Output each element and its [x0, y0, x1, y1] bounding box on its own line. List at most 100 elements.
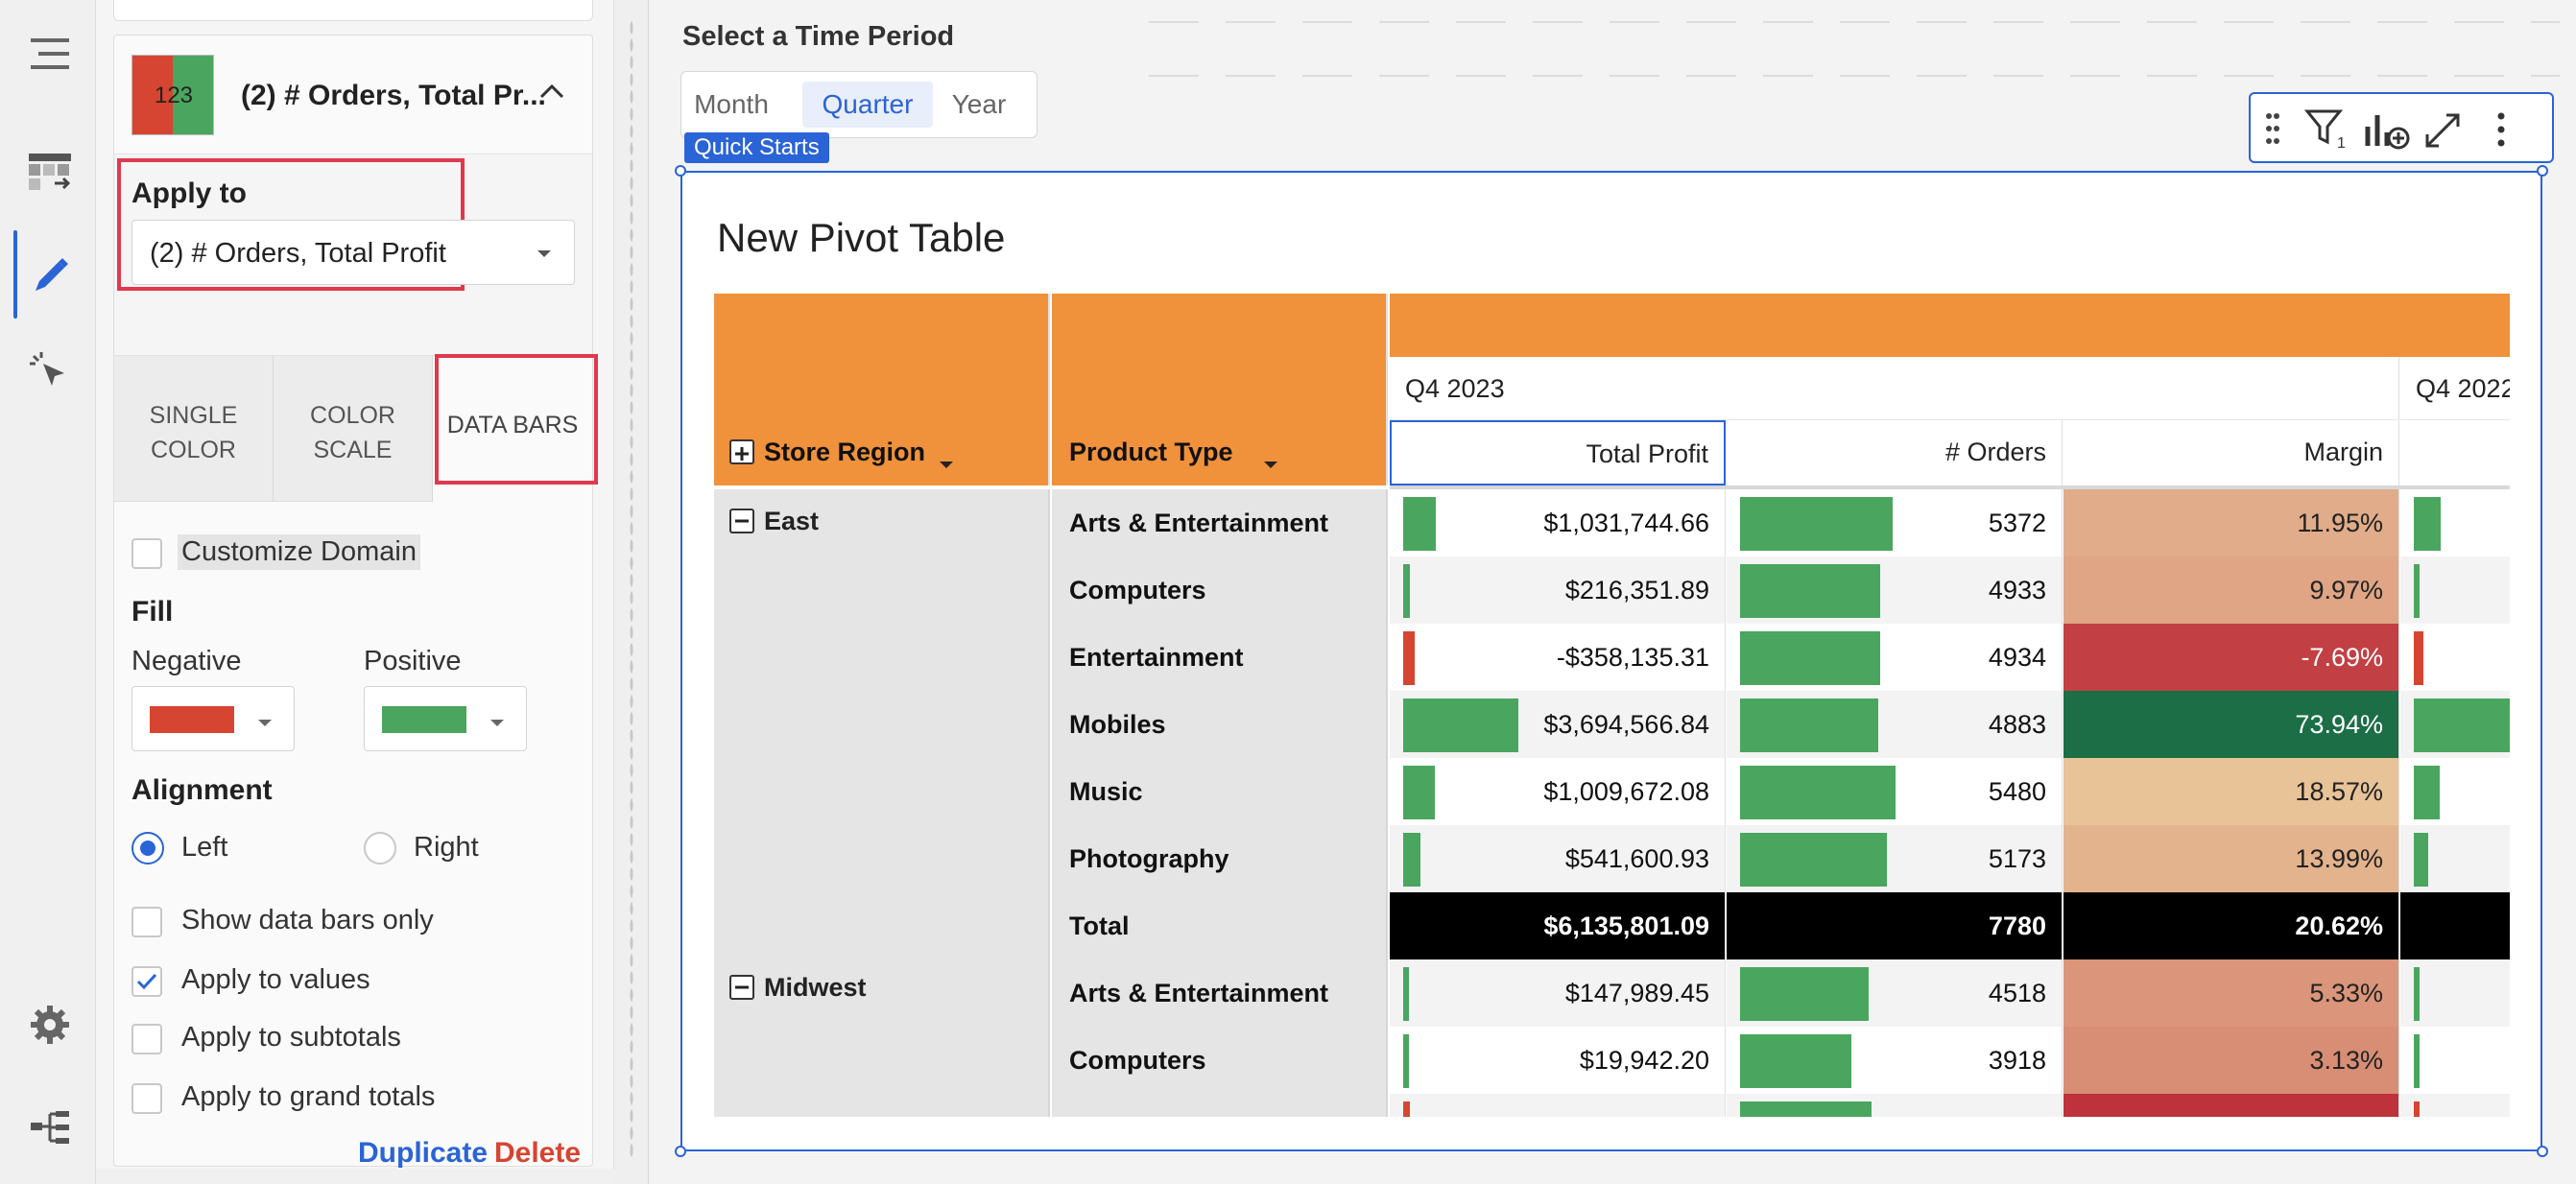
apply-to-grand-totals-checkbox[interactable] [131, 1083, 162, 1114]
negative-label: Negative [131, 646, 242, 676]
margin-cell[interactable]: -7.69% [2063, 624, 2399, 691]
add-chart-icon[interactable] [2362, 107, 2410, 156]
menu-icon[interactable] [25, 29, 75, 79]
period-year[interactable]: Year [937, 82, 1021, 128]
product-type-cell[interactable]: Photography [1052, 825, 1388, 892]
delete-link[interactable]: Delete [494, 1137, 581, 1170]
resize-handle[interactable] [675, 1146, 686, 1157]
margin-cell[interactable]: 20.62% [2063, 892, 2399, 959]
duplicate-link[interactable]: Duplicate [358, 1137, 488, 1170]
margin-cell[interactable]: 73.94% [2063, 691, 2399, 758]
data-bar [2414, 564, 2420, 618]
store-region-header[interactable]: Store Region [714, 294, 1050, 485]
apply-to-subtotals-checkbox[interactable] [131, 1024, 162, 1054]
product-type-cell[interactable]: Arts & Entertainment [1052, 489, 1388, 556]
show-data-bars-only-checkbox[interactable] [131, 907, 162, 937]
total-profit-cell[interactable]: $216,351.89 [1390, 556, 1726, 624]
collapse-east-icon[interactable] [729, 509, 754, 533]
resize-handle[interactable] [2537, 165, 2548, 177]
margin-cell[interactable]: 11.95% [2063, 489, 2399, 556]
settings-gear-icon[interactable] [25, 1000, 75, 1050]
orders-cell[interactable]: 4631 [1727, 1094, 2063, 1117]
product-type-cell[interactable]: Total [1052, 892, 1388, 959]
customize-domain-checkbox[interactable] [131, 538, 162, 569]
product-type-cell[interactable]: Arts & Entertainment [1052, 959, 1388, 1027]
orders-cell[interactable]: 7780 [1727, 892, 2063, 959]
grid-guide [1149, 75, 2560, 77]
total-profit-header[interactable]: Total Profit [1390, 420, 1726, 485]
quick-starts-badge[interactable]: Quick Starts [684, 132, 829, 163]
margin-cell[interactable]: 5.33% [2063, 959, 2399, 1027]
product-type-cell[interactable]: Entertainment [1052, 1094, 1388, 1117]
orders-cell[interactable]: 3918 [1727, 1027, 2063, 1094]
format-brush-icon[interactable] [25, 251, 75, 301]
rule-header[interactable]: 123 (2) # Orders, Total Pr... [114, 36, 592, 154]
product-type-cell[interactable]: Computers [1052, 1027, 1388, 1094]
total-profit-value: $541,600.93 [1564, 844, 1709, 873]
orders-cell[interactable]: 4518 [1727, 959, 2063, 1027]
orders-value: 7780 [1988, 912, 2046, 940]
cursor-click-icon[interactable] [25, 347, 75, 397]
more-options-icon[interactable] [2494, 111, 2508, 153]
margin-cell[interactable]: 9.97% [2063, 556, 2399, 624]
apply-to-select[interactable]: (2) # Orders, Total Profit [131, 220, 575, 285]
color-swatch: 123 [131, 55, 214, 135]
apply-to-label: Apply to [131, 178, 247, 209]
total-profit-cell[interactable]: -$216,596.62 [1390, 1094, 1726, 1117]
apply-to-grand-totals-label: Apply to grand totals [181, 1081, 436, 1112]
filter-icon[interactable]: 1 [2303, 107, 2349, 156]
total-profit-cell[interactable]: $1,009,672.08 [1390, 758, 1726, 825]
total-profit-cell[interactable]: $19,942.20 [1390, 1027, 1726, 1094]
apply-to-values-checkbox[interactable] [131, 966, 162, 997]
hierarchy-icon[interactable] [25, 1101, 75, 1151]
positive-color-picker[interactable] [364, 686, 527, 751]
orders-cell[interactable]: 5480 [1727, 758, 2063, 825]
panel-resizer[interactable] [614, 0, 649, 1184]
orders-cell[interactable]: 5173 [1727, 825, 2063, 892]
data-bar [1740, 833, 1887, 887]
orders-cell[interactable]: 4934 [1727, 624, 2063, 691]
orders-cell[interactable]: 4883 [1727, 691, 2063, 758]
total-profit-cell[interactable]: -$358,135.31 [1390, 624, 1726, 691]
negative-color-picker[interactable] [131, 686, 295, 751]
product-type-cell[interactable]: Entertainment [1052, 624, 1388, 691]
caret-down-icon[interactable] [1263, 447, 1278, 477]
margin-cell[interactable]: 13.99% [2063, 825, 2399, 892]
q4-2022-cell [2400, 758, 2510, 825]
orders-cell[interactable]: 5372 [1727, 489, 2063, 556]
total-profit-cell[interactable]: $541,600.93 [1390, 825, 1726, 892]
data-bar [1740, 967, 1869, 1021]
period-month[interactable]: Month [691, 82, 772, 128]
drag-handle-icon[interactable] [2264, 111, 2281, 151]
collapse-midwest-icon[interactable] [729, 975, 754, 1000]
margin-cell[interactable]: 18.57% [2063, 758, 2399, 825]
resize-handle[interactable] [675, 165, 686, 177]
margin-cell[interactable]: 3.13% [2063, 1027, 2399, 1094]
format-panel: 123 (2) # Orders, Total Pr... Apply to (… [96, 0, 614, 1169]
data-bar [1403, 564, 1411, 618]
margin-cell[interactable]: -12.18% [2063, 1094, 2399, 1117]
product-type-header[interactable]: Product Type [1052, 294, 1388, 485]
period-quarter[interactable]: Quarter [802, 82, 933, 128]
orders-cell[interactable]: 4933 [1727, 556, 2063, 624]
total-profit-cell[interactable]: $6,135,801.09 [1390, 892, 1726, 959]
orders-value: 5173 [1988, 844, 2046, 873]
total-profit-cell[interactable]: $1,031,744.66 [1390, 489, 1726, 556]
total-profit-cell[interactable]: $147,989.45 [1390, 959, 1726, 1027]
chevron-up-icon[interactable] [538, 82, 565, 106]
product-type-cell[interactable]: Computers [1052, 556, 1388, 624]
orders-header[interactable]: # Orders [1727, 420, 2063, 485]
expand-icon[interactable] [2423, 111, 2462, 154]
tab-single-color[interactable]: SINGLE COLOR [114, 356, 274, 502]
resize-handle[interactable] [2537, 1146, 2548, 1157]
tab-color-scale[interactable]: COLOR SCALE [274, 356, 433, 502]
table-icon[interactable] [25, 150, 75, 200]
total-profit-cell[interactable]: $3,694,566.84 [1390, 691, 1726, 758]
margin-header[interactable]: Margin [2063, 420, 2399, 485]
expand-all-icon[interactable] [729, 439, 754, 464]
caret-down-icon[interactable] [939, 447, 954, 477]
align-right-radio[interactable] [364, 832, 396, 864]
align-left-radio[interactable] [131, 832, 164, 864]
product-type-cell[interactable]: Mobiles [1052, 691, 1388, 758]
product-type-cell[interactable]: Music [1052, 758, 1388, 825]
